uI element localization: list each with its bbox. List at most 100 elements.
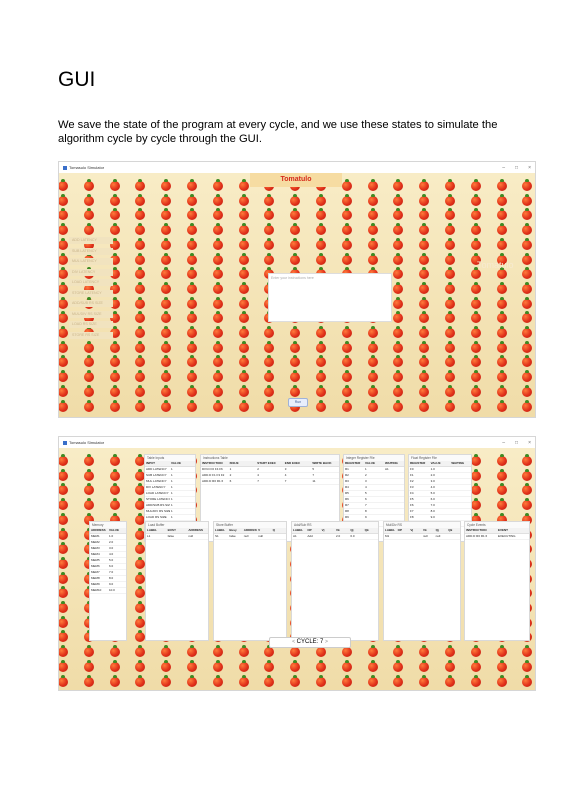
tomato-icon xyxy=(212,340,223,353)
tomato-icon xyxy=(59,571,68,584)
cycle-label: CYCLE: 7 xyxy=(296,639,324,645)
tomato-icon xyxy=(238,645,249,658)
tomato-icon xyxy=(522,252,533,265)
tomato-icon xyxy=(109,223,120,236)
tomato-icon xyxy=(341,223,352,236)
tomato-icon xyxy=(135,571,146,584)
tomato-icon xyxy=(161,208,172,221)
latency-input[interactable]: SUB LATENCY xyxy=(69,247,113,255)
latency-input[interactable]: LOAD LATENCY xyxy=(69,279,113,286)
latency-input[interactable]: MUL/DIV RS SIZE xyxy=(69,310,113,318)
close-icon[interactable]: × xyxy=(528,440,531,446)
tomato-icon xyxy=(238,355,249,368)
tomato-icon xyxy=(264,340,275,353)
run-button[interactable]: Run xyxy=(288,398,308,407)
tomato-icon xyxy=(212,326,223,338)
tomato-icon xyxy=(238,340,249,353)
tomato-icon xyxy=(59,399,68,412)
instruction-input[interactable]: Enter your instructions here xyxy=(268,273,392,322)
tomato-icon xyxy=(496,355,507,368)
tomato-icon xyxy=(264,355,275,368)
tomato-icon xyxy=(393,645,404,658)
tomato-icon xyxy=(496,237,507,250)
tomato-icon xyxy=(212,223,223,236)
tomato-icon xyxy=(470,326,481,338)
maximize-icon[interactable]: □ xyxy=(515,165,518,171)
minimize-icon[interactable]: – xyxy=(502,165,505,171)
tomato-icon xyxy=(59,311,68,324)
tomato-icon xyxy=(187,223,197,236)
close-icon[interactable]: × xyxy=(528,165,531,171)
tomato-icon xyxy=(316,355,326,368)
tomato-icon xyxy=(341,340,352,353)
tomato-icon xyxy=(496,340,507,353)
tomato-icon xyxy=(212,281,223,294)
tomato-icon xyxy=(496,674,507,687)
tomato-icon xyxy=(187,193,197,206)
tomato-icon xyxy=(59,527,68,540)
tomato-icon xyxy=(522,355,533,368)
latency-input[interactable]: ADD/SUB RS SIZE xyxy=(69,300,113,307)
tomato-icon xyxy=(59,483,68,496)
tomato-icon xyxy=(161,252,172,265)
tomato-icon xyxy=(59,498,68,511)
tomato-icon xyxy=(496,498,507,511)
tomato-icon xyxy=(470,645,481,658)
latency-input[interactable]: DIV LATENCY xyxy=(69,268,113,276)
tomato-icon xyxy=(470,399,481,412)
tomato-icon xyxy=(367,193,378,206)
tomato-icon xyxy=(187,674,197,687)
tomato-icon xyxy=(367,237,378,250)
table-cell: SUB LATENCY xyxy=(145,472,170,479)
tomato-icon xyxy=(445,355,455,368)
tomato-icon xyxy=(135,659,146,672)
latency-input[interactable]: STORE RS SIZE xyxy=(69,331,113,339)
tomato-icon xyxy=(419,659,430,672)
tomato-icon xyxy=(290,326,301,338)
tomato-icon xyxy=(59,384,68,397)
tomato-icon xyxy=(316,384,326,397)
table-cell: 6.0 xyxy=(349,533,364,540)
prev-cycle-button[interactable]: < xyxy=(292,639,295,645)
tomato-icon xyxy=(161,674,172,687)
tomato-icon xyxy=(419,355,430,368)
tomato-icon xyxy=(135,267,146,280)
tomato-icon xyxy=(393,237,404,250)
tomato-icon xyxy=(470,674,481,687)
tomato-icon xyxy=(290,340,301,353)
latency-input[interactable]: STORE LATENCY xyxy=(69,289,113,297)
tomato-icon xyxy=(522,267,533,280)
latency-input[interactable]: MUL LATENCY xyxy=(69,258,113,265)
table-cell: ADD.D R0 R1 6 xyxy=(465,533,497,540)
latency-input[interactable]: LOAD RS SIZE xyxy=(69,321,113,328)
tomato-icon xyxy=(445,370,455,383)
tomato-icon xyxy=(187,267,197,280)
tomato-icon xyxy=(445,267,455,280)
table-row: MEM10 10.0 xyxy=(90,587,126,594)
maximize-icon[interactable]: □ xyxy=(515,440,518,446)
tomato-icon xyxy=(212,193,223,206)
tomato-icon xyxy=(419,179,430,191)
tomato-icon xyxy=(187,296,197,309)
tomato-icon xyxy=(135,586,146,599)
minimize-icon[interactable]: – xyxy=(502,440,505,446)
tomato-icon xyxy=(59,267,68,280)
tomato-icon xyxy=(59,586,68,599)
tomato-icon xyxy=(393,179,404,191)
tomato-icon xyxy=(135,384,146,397)
tomato-icon xyxy=(419,645,430,658)
tomato-icon xyxy=(445,659,455,672)
tomato-icon xyxy=(109,208,120,221)
tomato-icon xyxy=(238,237,249,250)
table-cell xyxy=(271,533,286,540)
tomato-icon xyxy=(212,645,223,658)
latency-input[interactable]: ADD LATENCY xyxy=(69,237,113,244)
tomato-icon xyxy=(59,296,68,309)
table-cell: 7 xyxy=(283,478,312,485)
tomato-icon xyxy=(419,252,430,265)
tomato-icon xyxy=(161,659,172,672)
tomato-icon xyxy=(496,468,507,481)
table-cell: null xyxy=(257,533,272,540)
tomato-icon xyxy=(522,659,533,672)
next-cycle-button[interactable]: > xyxy=(325,639,328,645)
